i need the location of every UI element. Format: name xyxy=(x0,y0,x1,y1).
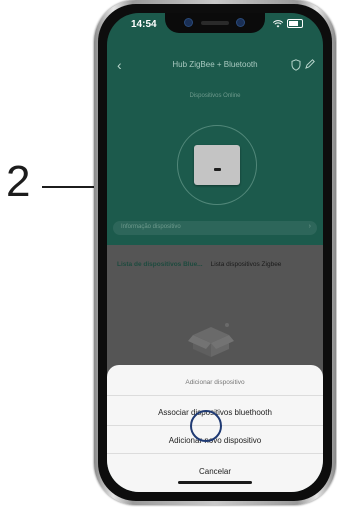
cancel-button[interactable]: Cancelar xyxy=(107,467,323,476)
pair-bluetooth-button[interactable]: Associar dispositivos bluethooth xyxy=(107,408,323,417)
status-time: 14:54 xyxy=(131,19,157,30)
device-tabs: Lista de dispositivos Blue... Lista disp… xyxy=(117,261,281,268)
tab-bluetooth-devices[interactable]: Lista de dispositivos Blue... xyxy=(117,261,203,268)
divider xyxy=(107,395,323,396)
edit-icon[interactable] xyxy=(305,59,315,69)
battery-icon xyxy=(287,19,303,28)
tab-zigbee-devices[interactable]: Lista dispositivos Zigbee xyxy=(211,261,282,268)
speaker-grille xyxy=(201,21,229,25)
camera-icon xyxy=(185,19,192,26)
sheet-title: Adicionar dispositivo xyxy=(185,379,245,386)
empty-box-icon xyxy=(188,323,234,357)
phone-frame: 14:54 ‹ Hub ZigBee + Bluetooth Dispositi… xyxy=(94,0,336,505)
step-number: 2 xyxy=(6,157,31,206)
phone-screen: 14:54 ‹ Hub ZigBee + Bluetooth Dispositi… xyxy=(107,13,323,492)
phone-bezel: 14:54 ‹ Hub ZigBee + Bluetooth Dispositi… xyxy=(98,4,332,501)
divider xyxy=(107,425,323,426)
home-indicator[interactable] xyxy=(178,481,252,484)
status-icons xyxy=(273,19,303,28)
device-info-bar[interactable]: Informação dispositivo › xyxy=(113,221,317,235)
wifi-icon xyxy=(273,19,283,27)
device-info-label: Informação dispositivo xyxy=(121,224,181,230)
hub-image-ring xyxy=(177,125,257,205)
notch xyxy=(165,13,265,33)
add-new-device-button[interactable]: Adicionar novo dispositivo xyxy=(107,436,323,445)
divider xyxy=(107,453,323,454)
add-device-sheet: Adicionar dispositivo Associar dispositi… xyxy=(107,365,323,492)
app-header: ‹ Hub ZigBee + Bluetooth xyxy=(107,53,323,77)
online-devices-label: Dispositivos Online xyxy=(189,93,241,99)
sensor-icon xyxy=(237,19,244,26)
shield-icon[interactable] xyxy=(291,59,301,71)
chevron-right-icon: › xyxy=(308,223,311,230)
step-pointer-line xyxy=(42,186,98,188)
hub-device-image xyxy=(194,145,240,185)
